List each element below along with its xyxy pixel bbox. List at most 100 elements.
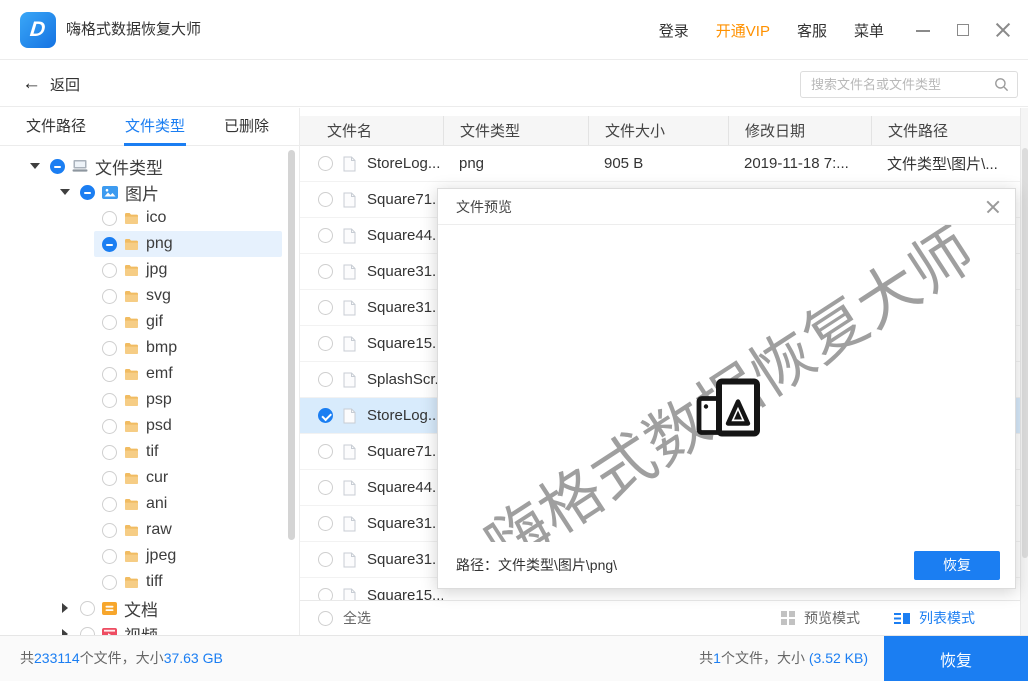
table-row[interactable]: StoreLog...png905 B2019-11-18 7:...文件类型\…: [300, 146, 1020, 182]
row-checkbox[interactable]: [318, 228, 333, 243]
tree-item-jpg[interactable]: jpg: [0, 257, 298, 283]
list-scrollbar-thumb[interactable]: [1022, 148, 1028, 558]
topbar-link-登录[interactable]: 登录: [659, 20, 689, 41]
tree-item-psp[interactable]: psp: [0, 387, 298, 413]
row-checkbox[interactable]: [318, 408, 333, 423]
tree-item-emf[interactable]: emf: [0, 361, 298, 387]
filename-text: Square31...: [367, 263, 443, 280]
tree-item-content: tiff: [94, 569, 282, 595]
file-icon: [343, 372, 356, 388]
tree-item-psd[interactable]: psd: [0, 413, 298, 439]
row-checkbox[interactable]: [318, 552, 333, 567]
topbar-link-客服[interactable]: 客服: [797, 20, 827, 41]
modal-close-icon[interactable]: [984, 198, 1002, 216]
tree-checkbox-文档[interactable]: [80, 601, 95, 616]
tree-checkbox-raw[interactable]: [102, 523, 117, 538]
collapse-arrow-icon[interactable]: [28, 163, 42, 169]
tree-checkbox-tiff[interactable]: [102, 575, 117, 590]
search-icon[interactable]: [994, 77, 1009, 92]
column-header-修改日期[interactable]: 修改日期: [728, 116, 871, 145]
tree-label: bmp: [146, 339, 177, 357]
cell-path: 文件类型\图片\...: [871, 153, 1020, 174]
tree-item-jpeg[interactable]: jpeg: [0, 543, 298, 569]
column-header-文件名[interactable]: 文件名: [300, 116, 443, 145]
back-button[interactable]: ← 返回: [22, 61, 80, 107]
list-footer-bar: 全选 预览模式 列表模式: [300, 600, 1020, 635]
tree-scrollbar-thumb[interactable]: [288, 150, 295, 540]
mode-列表模式[interactable]: 列表模式: [894, 608, 975, 628]
tree-item-文档[interactable]: 文档: [0, 595, 298, 621]
cell-filename: Square31...: [300, 551, 443, 568]
row-checkbox[interactable]: [318, 516, 333, 531]
row-checkbox[interactable]: [318, 588, 333, 600]
status-bar: 共233114个文件，大小37.63 GB 共1个文件，大小 (3.52 KB)…: [0, 635, 1028, 681]
row-checkbox[interactable]: [318, 336, 333, 351]
tree-item-文件类型[interactable]: 文件类型: [0, 153, 298, 179]
minimize-icon[interactable]: [914, 21, 932, 39]
tree-checkbox-emf[interactable]: [102, 367, 117, 382]
close-icon[interactable]: [994, 21, 1012, 39]
status-segment: 1: [713, 650, 721, 666]
tab-文件类型[interactable]: 文件类型: [125, 108, 185, 146]
row-checkbox[interactable]: [318, 372, 333, 387]
tree-checkbox-cur[interactable]: [102, 471, 117, 486]
tree-item-png[interactable]: png: [0, 231, 298, 257]
tree-checkbox-ani[interactable]: [102, 497, 117, 512]
tree-item-图片[interactable]: 图片: [0, 179, 298, 205]
collapse-arrow-icon[interactable]: [58, 189, 72, 195]
select-all-checkbox[interactable]: 全选: [300, 608, 371, 628]
tree-label: svg: [146, 287, 171, 305]
row-checkbox[interactable]: [318, 264, 333, 279]
tab-已删除[interactable]: 已删除: [224, 108, 269, 146]
tree-checkbox-svg[interactable]: [102, 289, 117, 304]
tree-item-content: 图片: [72, 179, 282, 205]
tree-item-bmp[interactable]: bmp: [0, 335, 298, 361]
cell-filename: Square15...: [300, 587, 443, 600]
tree-checkbox-文件类型[interactable]: [50, 159, 65, 174]
tree-checkbox-psd[interactable]: [102, 419, 117, 434]
tree-item-cur[interactable]: cur: [0, 465, 298, 491]
mode-预览模式[interactable]: 预览模式: [781, 608, 860, 628]
tree-checkbox-图片[interactable]: [80, 185, 95, 200]
list-scrollbar[interactable]: [1020, 108, 1028, 635]
tree-checkbox-ico[interactable]: [102, 211, 117, 226]
status-segment: 共: [20, 650, 34, 666]
tree-item-ico[interactable]: ico: [0, 205, 298, 231]
recover-button[interactable]: 恢复: [884, 636, 1028, 681]
tree-item-raw[interactable]: raw: [0, 517, 298, 543]
tree-checkbox-视频[interactable]: [80, 627, 95, 636]
search-input[interactable]: [801, 77, 994, 92]
tree-item-视频[interactable]: 视频: [0, 621, 298, 635]
tab-文件路径[interactable]: 文件路径: [26, 108, 86, 146]
column-header-文件路径[interactable]: 文件路径: [871, 116, 1020, 145]
row-checkbox[interactable]: [318, 300, 333, 315]
tree-item-gif[interactable]: gif: [0, 309, 298, 335]
row-checkbox[interactable]: [318, 444, 333, 459]
tree-checkbox-psp[interactable]: [102, 393, 117, 408]
tree-checkbox-tif[interactable]: [102, 445, 117, 460]
topbar-link-开通VIP[interactable]: 开通VIP: [716, 20, 770, 41]
tree-checkbox-bmp[interactable]: [102, 341, 117, 356]
tree-checkbox-gif[interactable]: [102, 315, 117, 330]
topbar-link-菜单[interactable]: 菜单: [854, 20, 884, 41]
expand-arrow-icon[interactable]: [58, 603, 72, 613]
tree-checkbox-png[interactable]: [102, 237, 117, 252]
row-checkbox[interactable]: [318, 480, 333, 495]
maximize-icon[interactable]: [954, 21, 972, 39]
column-header-文件类型[interactable]: 文件类型: [443, 116, 588, 145]
tree-checkbox-jpeg[interactable]: [102, 549, 117, 564]
modal-recover-button[interactable]: 恢复: [914, 551, 1000, 580]
tree-label: emf: [146, 365, 173, 383]
tree-item-tiff[interactable]: tiff: [0, 569, 298, 595]
column-header-文件大小[interactable]: 文件大小: [588, 116, 728, 145]
tree-checkbox-jpg[interactable]: [102, 263, 117, 278]
sidebar-tabs: 文件路径 文件类型 已删除: [0, 108, 299, 146]
tree-item-tif[interactable]: tif: [0, 439, 298, 465]
tree-item-svg[interactable]: svg: [0, 283, 298, 309]
tree-label: png: [146, 235, 173, 253]
row-checkbox[interactable]: [318, 156, 333, 171]
row-checkbox[interactable]: [318, 192, 333, 207]
select-all-radio-icon[interactable]: [318, 611, 333, 626]
tree-item-ani[interactable]: ani: [0, 491, 298, 517]
filename-text: Square44...: [367, 479, 443, 496]
